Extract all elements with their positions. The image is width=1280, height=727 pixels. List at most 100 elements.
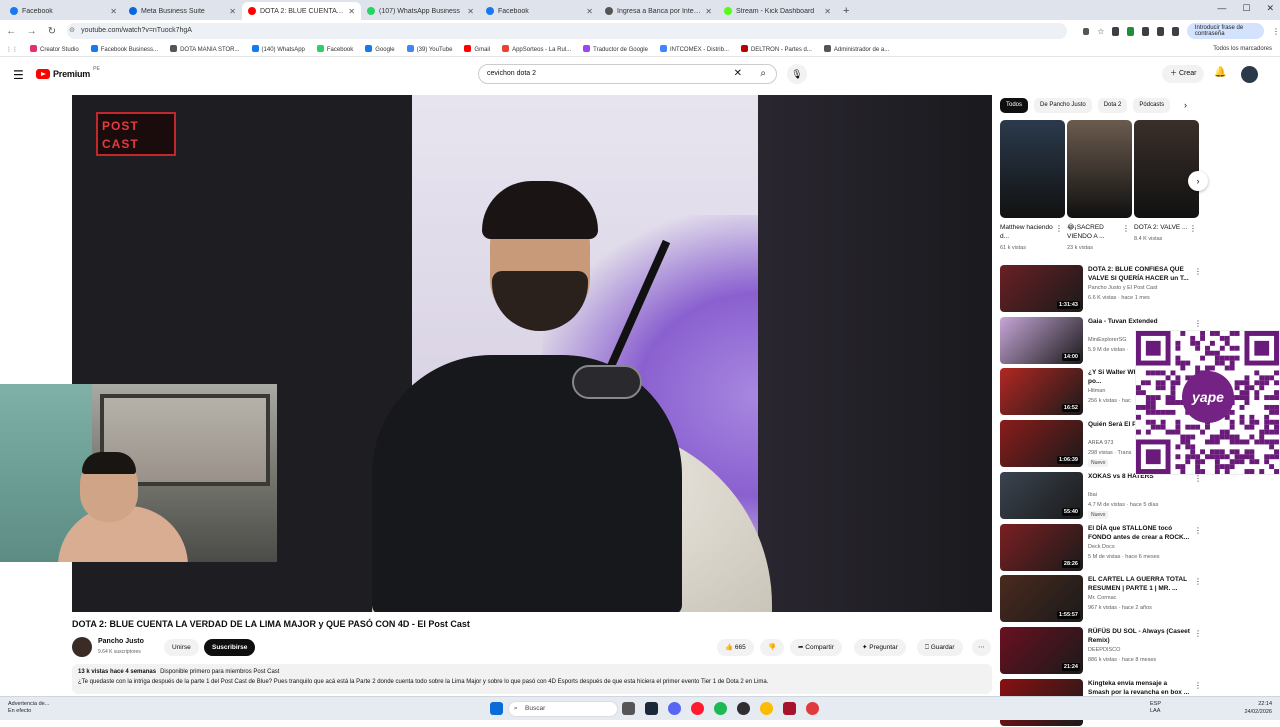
bookmark-item[interactable]: (39) YouTube [406,45,452,53]
all-bookmarks[interactable]: Todos los marcadores [1213,46,1280,52]
file-explorer-icon[interactable] [622,702,635,715]
video-more-icon[interactable]: ⋮ [1194,577,1202,586]
chrome-icon[interactable] [760,702,773,715]
clear-search-icon[interactable]: ✕ [734,65,742,83]
bookmark-item[interactable]: Traductor de Google [583,45,648,53]
taskbar-search[interactable]: ⌕ Buscar [508,701,618,717]
new-tab-icon[interactable]: + [837,2,855,20]
video-thumbnail[interactable]: 28:26 [1000,523,1083,571]
browser-tab[interactable]: DOTA 2: BLUE CUENTA LA V ✕ [242,2,361,20]
tab-close-icon[interactable]: ✕ [467,7,474,16]
short-more-icon[interactable]: ⋮ [1189,224,1197,233]
like-button[interactable]: 👍 665 [717,639,754,656]
chip-1[interactable]: Todos [1000,98,1029,113]
recommended-channel[interactable]: Ibai [1088,492,1097,498]
bookmark-item[interactable]: (140) WhatsApp [251,45,305,53]
create-button[interactable]: ＋ Crear [1162,65,1205,83]
chip-4[interactable]: Pódcasts [1133,98,1171,113]
save-button[interactable]: ⎕ Guardar [917,639,963,656]
bookmark-item[interactable]: Facebook [316,45,353,53]
bookmark-item[interactable]: DOTA MANIA STOR... [170,45,240,53]
youtube-logo[interactable]: Premium PE [36,66,100,79]
channel-avatar[interactable] [72,637,92,657]
subscribe-button[interactable]: Suscribirse [204,639,256,656]
short-more-icon[interactable]: ⋮ [1055,224,1063,233]
clock[interactable]: 22:14 24/02/2026 [1244,700,1272,716]
tab-close-icon[interactable]: ✕ [586,7,593,16]
chevron-right-icon[interactable]: › [1184,98,1187,113]
short-more-icon[interactable]: ⋮ [1122,224,1130,233]
windows-start-icon[interactable] [490,702,503,715]
app-icon-red[interactable] [783,702,796,715]
video-more-icon[interactable]: ⋮ [1194,319,1202,328]
forward-icon[interactable]: → [26,26,37,37]
reload-icon[interactable]: ↻ [47,26,57,37]
video-more-icon[interactable]: ⋮ [1194,526,1202,535]
video-thumbnail[interactable]: 55:40 [1000,471,1083,519]
recommended-title[interactable]: RÜFÜS DU SOL - Always (Caseet Remix) [1088,627,1190,645]
bookmark-item[interactable]: INTCOMEX - Distrib... [659,45,729,53]
browser-tab[interactable]: (107) WhatsApp Business ✕ [361,2,480,20]
tab-close-icon[interactable]: ✕ [110,7,117,16]
bookmark-item[interactable]: AppSorteos - La Rul... [502,45,571,53]
site-info-icon[interactable]: ⊝ [69,23,75,39]
discord-icon[interactable] [668,702,681,715]
recommended-channel[interactable]: Deck Docs [1088,544,1115,550]
steam-icon[interactable] [645,702,658,715]
apps-grid-icon[interactable]: ⋮⋮ [6,46,18,53]
video-thumbnail[interactable]: 14:00 [1000,316,1083,364]
back-icon[interactable]: ← [6,26,16,37]
avatar[interactable] [1241,66,1258,83]
bookmark-star-icon[interactable]: ☆ [1097,27,1104,36]
password-prompt[interactable]: Introducir frase de contraseña [1186,23,1264,39]
spotify-icon[interactable] [714,702,727,715]
video-thumbnail[interactable]: 1:55:57 [1000,575,1083,623]
language-indicator[interactable]: ESP LAA [1150,701,1161,715]
recommended-video[interactable]: 55:40 XOKAS vs 8 HATERS Ibai 4.7 M de vista… [1000,471,1202,520]
opera-icon[interactable] [691,702,704,715]
weather-widget[interactable]: Advertencia de... En efecto [8,701,49,715]
recommended-video[interactable]: 1:31:43 DOTA 2: BLUE CONFIESA QUE VALVE S… [1000,265,1202,313]
browser-tab[interactable]: Facebook ✕ [4,2,123,20]
description-box[interactable]: 13 k vistas hace 4 semanas Disponible pri… [72,664,992,694]
recommended-channel[interactable]: Hitman [1088,388,1105,394]
extensions-puzzle-icon[interactable] [1142,26,1150,36]
video-thumbnail[interactable]: 1:06:39 [1000,420,1083,468]
bookmark-item[interactable]: Administrador de a... [823,45,889,53]
tab-close-icon[interactable]: ✕ [348,7,355,16]
recommended-title[interactable]: El DÍA que STALLONE tocó FONDO antes de … [1088,524,1190,542]
chip-2[interactable]: De Pancho Justo [1034,98,1092,113]
recommended-video[interactable]: 28:26 El DÍA que STALLONE tocó FONDO ante… [1000,523,1202,572]
short-card[interactable]: Matthew haciendo d... 61 k vistas ⋮ [1000,120,1065,251]
recommended-video[interactable]: 1:55:57 EL CARTEL LA GUERRA TOTAL RESUMEN… [1000,575,1202,623]
menu-icon[interactable]: ☰ [13,68,24,82]
recommended-video[interactable]: 21:24 RÜFÜS DU SOL - Always (Caseet Remix… [1000,626,1202,675]
channel-name[interactable]: Pancho Justo [98,638,144,645]
maximize-icon[interactable]: ☐ [1242,3,1250,14]
extension-icon-2[interactable] [1127,26,1135,36]
recommended-title[interactable]: EL CARTEL LA GUERRA TOTAL RESUMEN | PART… [1088,575,1190,593]
bookmark-item[interactable]: Google [365,45,395,53]
minimize-icon[interactable]: — [1217,3,1226,14]
short-card[interactable]: 😂¡SACRED VIENDO A ... 23 k vistas ⋮ [1067,120,1132,251]
url-field[interactable]: ⊝ youtube.com/watch?v=nTuock7hgA [67,23,1068,39]
dislike-button[interactable]: 👎 [760,639,785,656]
short-thumbnail[interactable] [1067,120,1132,218]
search-icon[interactable]: ⌕ [760,65,766,83]
join-button[interactable]: Unirse [164,639,199,656]
bookmark-item[interactable]: DELTRON - Partes d... [740,45,812,53]
video-thumbnail[interactable]: 1:31:43 [1000,265,1083,312]
video-more-icon[interactable]: ⋮ [1194,267,1202,276]
search-input[interactable]: cevichon dota 2 ✕ ⌕ [478,64,777,84]
bookmark-item[interactable]: Creator Studio [30,45,79,53]
app-icon-2[interactable] [806,702,819,715]
browser-menu-icon[interactable]: ⋮ [1272,27,1280,36]
recommended-title[interactable]: DOTA 2: BLUE CONFIESA QUE VALVE SI QUERÍ… [1088,265,1190,283]
video-thumbnail[interactable]: 16:52 [1000,368,1083,416]
sidebar-icon[interactable] [1171,26,1179,36]
bookmark-item[interactable]: Facebook Business... [90,45,158,53]
recommended-channel[interactable]: DEEPDISCO [1088,647,1120,653]
recommended-channel[interactable]: Mr. Cormac [1088,595,1116,601]
extension-icon[interactable] [1112,26,1120,36]
recommended-title[interactable]: Gaia - Tuvan Extended [1088,317,1190,326]
